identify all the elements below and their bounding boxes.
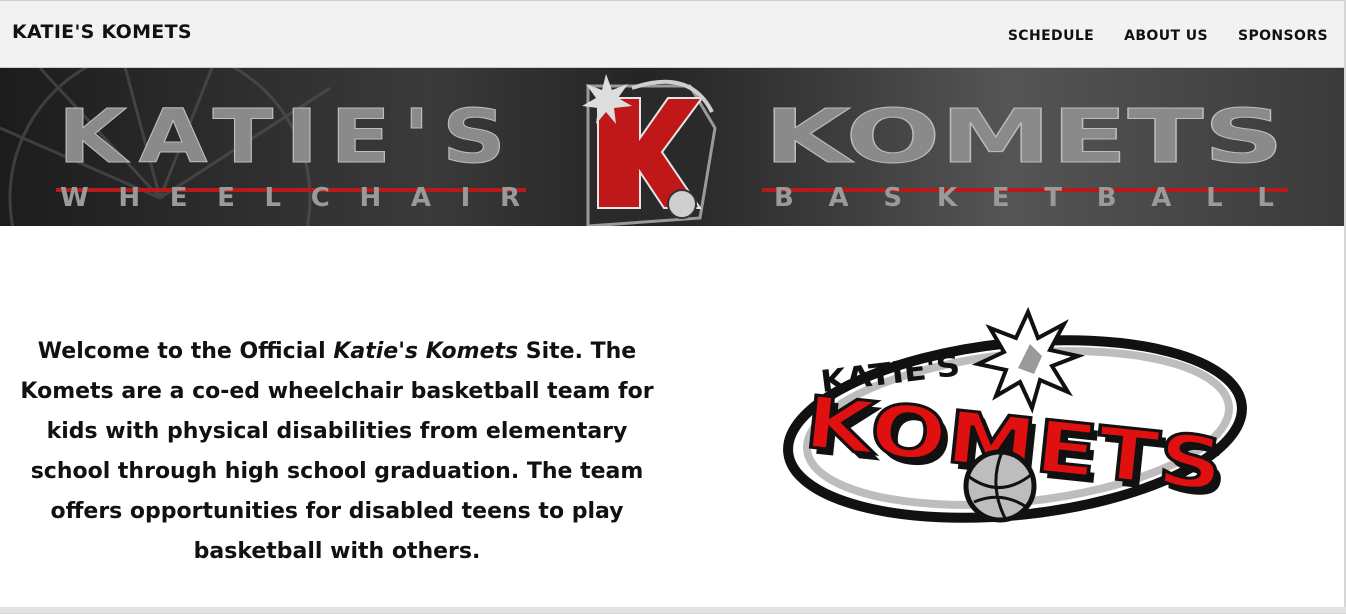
banner-graphic: KATIE'S W H E E L C H A I R KOMETS B A S…	[0, 68, 1288, 226]
banner-word-basketball: B A S K E T B A L L	[774, 183, 1274, 213]
site-title[interactable]: KATIE'S KOMETS	[12, 21, 192, 43]
welcome-paragraph: Welcome to the Official Katie's Komets S…	[14, 332, 660, 572]
top-navigation-bar: KATIE'S KOMETS SCHEDULE ABOUT US SPONSOR…	[0, 0, 1344, 68]
banner-word-komets: KOMETS	[764, 94, 1284, 180]
page-bottom-divider	[0, 607, 1346, 613]
katies-komets-logo: KATIE'S KOMETS KOMETS	[780, 304, 1250, 533]
k-monogram-icon	[582, 74, 717, 226]
basketball-icon	[963, 449, 1037, 523]
nav-sponsors-link[interactable]: SPONSORS	[1238, 28, 1328, 44]
banner-word-wheelchair: W H E E L C H A I R	[60, 183, 520, 213]
team-name-italic: Katie's Komets	[333, 339, 519, 364]
welcome-text-rest: Site. The Komets are a co-ed wheelchair …	[20, 339, 654, 564]
main-menu: SCHEDULE ABOUT US SPONSORS	[1008, 28, 1328, 44]
nav-schedule-link[interactable]: SCHEDULE	[1008, 28, 1094, 44]
komets-logo-graphic: KATIE'S KOMETS KOMETS	[783, 306, 1247, 523]
welcome-text-start: Welcome to the Official	[37, 339, 334, 364]
nav-about-us-link[interactable]: ABOUT US	[1124, 28, 1208, 44]
hero-banner: KATIE'S W H E E L C H A I R KOMETS B A S…	[0, 68, 1344, 226]
banner-word-katies: KATIE'S	[58, 94, 518, 180]
